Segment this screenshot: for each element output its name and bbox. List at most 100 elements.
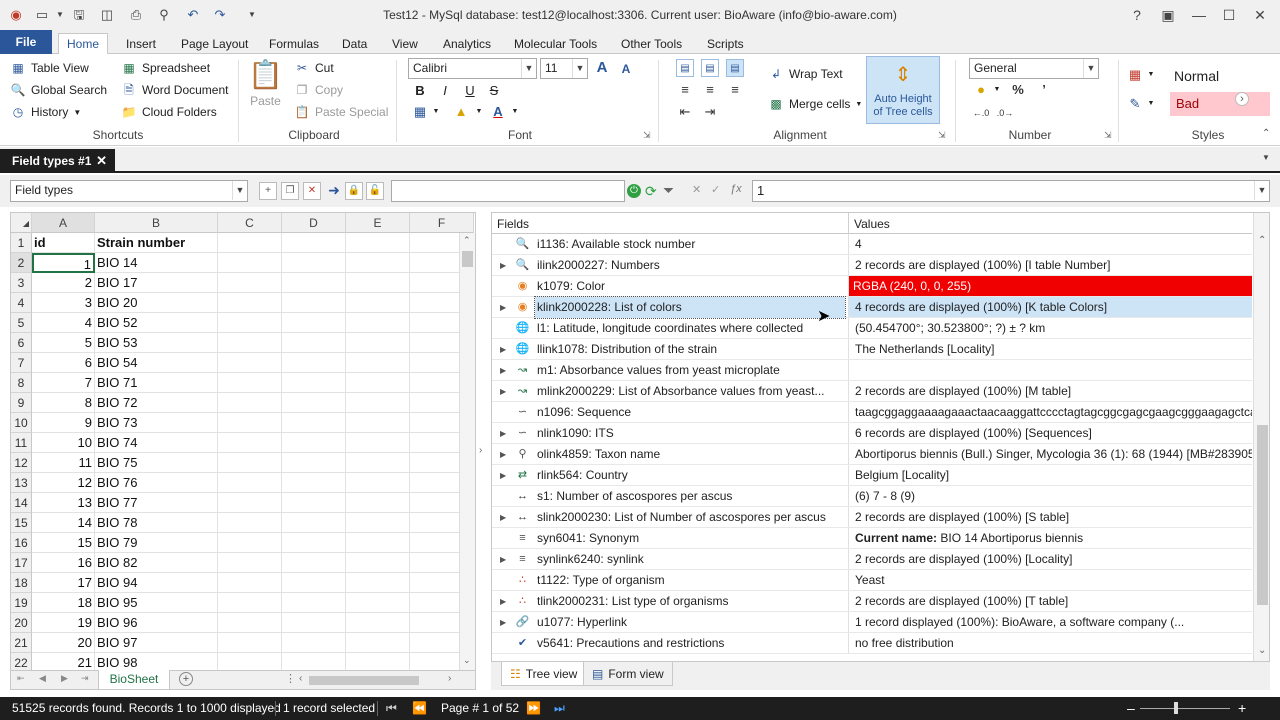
row-header[interactable]: 8 [11, 373, 32, 393]
word-document-button[interactable]: 🗎 Word Document [121, 82, 228, 98]
font-name-select[interactable]: Calibri ▼ [408, 58, 537, 79]
minimize-button[interactable]: — [1189, 6, 1209, 24]
italic-button[interactable]: I [436, 82, 454, 100]
styles-scroll-icon[interactable]: › [1235, 92, 1249, 106]
scroll-left-icon[interactable]: ‹ [299, 673, 302, 684]
field-value[interactable]: 4 [848, 234, 1252, 254]
cell-strain-number[interactable]: BIO 79 [95, 533, 218, 553]
cell-id[interactable]: 12 [32, 473, 95, 493]
first-sheet-icon[interactable]: ⇤ [17, 673, 25, 684]
scroll-right-icon[interactable]: › [448, 673, 451, 684]
prev-page-icon[interactable]: ⏪ [412, 697, 427, 720]
strikethrough-button[interactable]: S [485, 82, 503, 100]
history-button[interactable]: ◷ History ▼ [10, 104, 82, 120]
last-sheet-icon[interactable]: ⇥ [81, 673, 89, 684]
tab-other-tools[interactable]: Other Tools [619, 36, 684, 56]
chevron-down-icon[interactable]: ▼ [427, 103, 445, 121]
field-name[interactable]: slink2000230: List of Number of ascospor… [537, 507, 847, 528]
row-header[interactable]: 14 [11, 493, 32, 513]
row-header[interactable]: 6 [11, 333, 32, 353]
tree-row[interactable]: ✔ v5641: Precautions and restrictions no f… [492, 633, 1252, 654]
row-header[interactable]: 4 [11, 293, 32, 313]
table-view-button[interactable]: ▦ Table View [10, 60, 89, 76]
empty-cell[interactable] [218, 253, 282, 273]
empty-cell[interactable] [218, 453, 282, 473]
column-header-e[interactable]: E [346, 213, 410, 233]
empty-cell[interactable] [218, 393, 282, 413]
cell-id[interactable]: 10 [32, 433, 95, 453]
field-value[interactable]: RGBA (240, 0, 0, 255) [848, 276, 1252, 296]
chevron-down-icon[interactable]: ▼ [988, 81, 1006, 99]
cell-strain-number[interactable]: BIO 75 [95, 453, 218, 473]
empty-cell[interactable] [346, 393, 410, 413]
tree-row[interactable]: ▶ ↔ slink2000230: List of Number of ascosp… [492, 507, 1252, 528]
tree-row[interactable]: ▶ ⚲ olink4859: Taxon name Abortiporus bienn… [492, 444, 1252, 465]
filter-icon[interactable]: ⏷ [663, 182, 674, 199]
empty-cell[interactable] [218, 313, 282, 333]
search-input[interactable] [391, 180, 625, 202]
empty-cell[interactable] [282, 573, 346, 593]
tree-row[interactable]: 🔍 i1136: Available stock number 4 [492, 234, 1252, 255]
field-value[interactable]: Belgium [Locality] [848, 465, 1252, 485]
field-name[interactable]: v5641: Precautions and restrictions [537, 633, 847, 654]
cell-id[interactable]: 9 [32, 413, 95, 433]
tree-row[interactable]: ▶ ⇄ rlink564: Country Belgium [Locality] [492, 465, 1252, 486]
align-right-icon[interactable]: ≡ [726, 81, 744, 99]
close-button[interactable]: ✕ [1250, 6, 1270, 24]
empty-cell[interactable] [282, 313, 346, 333]
empty-cell[interactable] [282, 393, 346, 413]
align-middle-icon[interactable]: ▤ [701, 59, 719, 77]
zoom-in-icon[interactable]: + [1238, 697, 1246, 720]
chevron-down-icon[interactable]: ▼ [1262, 153, 1270, 162]
dialog-launcher-icon[interactable]: ⇲ [643, 130, 651, 141]
cell-strain-number[interactable]: BIO 74 [95, 433, 218, 453]
empty-cell[interactable] [218, 333, 282, 353]
field-value[interactable]: Abortiporus biennis (Bull.) Singer, Myco… [848, 444, 1252, 464]
close-icon[interactable]: ✕ [96, 149, 107, 173]
auto-height-button[interactable]: ⇕ Auto Height of Tree cells [866, 56, 940, 124]
expand-arrow-icon[interactable]: ▶ [500, 444, 510, 465]
zoom-out-icon[interactable]: – [1127, 697, 1135, 720]
field-name[interactable]: tlink2000231: List type of organisms [537, 591, 847, 612]
empty-cell[interactable] [346, 233, 410, 253]
cell-strain-number[interactable]: BIO 17 [95, 273, 218, 293]
shrink-font-button[interactable]: A [617, 60, 635, 78]
align-center-icon[interactable]: ≡ [701, 81, 719, 99]
expand-arrow-icon[interactable]: ▶ [500, 381, 510, 402]
row-header[interactable]: 3 [11, 273, 32, 293]
column-header-b[interactable]: B [95, 213, 218, 233]
empty-cell[interactable] [282, 453, 346, 473]
field-value[interactable]: 2 records are displayed (100%) [I table … [848, 255, 1252, 275]
chevron-down-icon[interactable]: ▼ [1142, 95, 1160, 113]
prev-sheet-icon[interactable]: ◀ [39, 673, 46, 684]
cut-button[interactable]: ✂ Cut [294, 60, 334, 76]
field-value[interactable]: 6 records are displayed (100%) [Sequence… [848, 423, 1252, 443]
empty-cell[interactable] [282, 593, 346, 613]
empty-cell[interactable] [346, 433, 410, 453]
empty-cell[interactable] [218, 593, 282, 613]
empty-cell[interactable] [282, 373, 346, 393]
empty-cell[interactable] [346, 273, 410, 293]
vertical-scrollbar[interactable]: ⌃ ⌄ [459, 233, 475, 671]
cell-strain-number[interactable]: BIO 73 [95, 413, 218, 433]
row-header[interactable]: 11 [11, 433, 32, 453]
field-name[interactable]: klink2000228: List of colors [534, 296, 846, 319]
empty-cell[interactable] [282, 553, 346, 573]
row-header[interactable]: 9 [11, 393, 32, 413]
empty-cell[interactable] [218, 493, 282, 513]
cell-strain-number[interactable]: BIO 71 [95, 373, 218, 393]
cell-strain-number[interactable]: BIO 77 [95, 493, 218, 513]
field-value[interactable]: Current name: BIO 14 Abortiporus biennis [848, 528, 1252, 548]
cancel-icon[interactable]: ✕ [692, 183, 701, 196]
field-value[interactable]: (6) 7 - 8 (9) [848, 486, 1252, 506]
formula-input[interactable]: 1 ▼ [752, 180, 1270, 202]
tree-row[interactable]: ▶ ↝ mlink2000229: List of Absorbance value… [492, 381, 1252, 402]
tree-row[interactable]: ↔ s1: Number of ascospores per ascus (6) 7… [492, 486, 1252, 507]
empty-cell[interactable] [282, 473, 346, 493]
empty-cell[interactable] [346, 593, 410, 613]
spreadsheet-button[interactable]: ▦ Spreadsheet [121, 60, 210, 76]
empty-cell[interactable] [282, 333, 346, 353]
header-cell-id[interactable]: id [32, 233, 95, 253]
comma-button[interactable]: ’ [1035, 81, 1053, 99]
empty-cell[interactable] [346, 493, 410, 513]
